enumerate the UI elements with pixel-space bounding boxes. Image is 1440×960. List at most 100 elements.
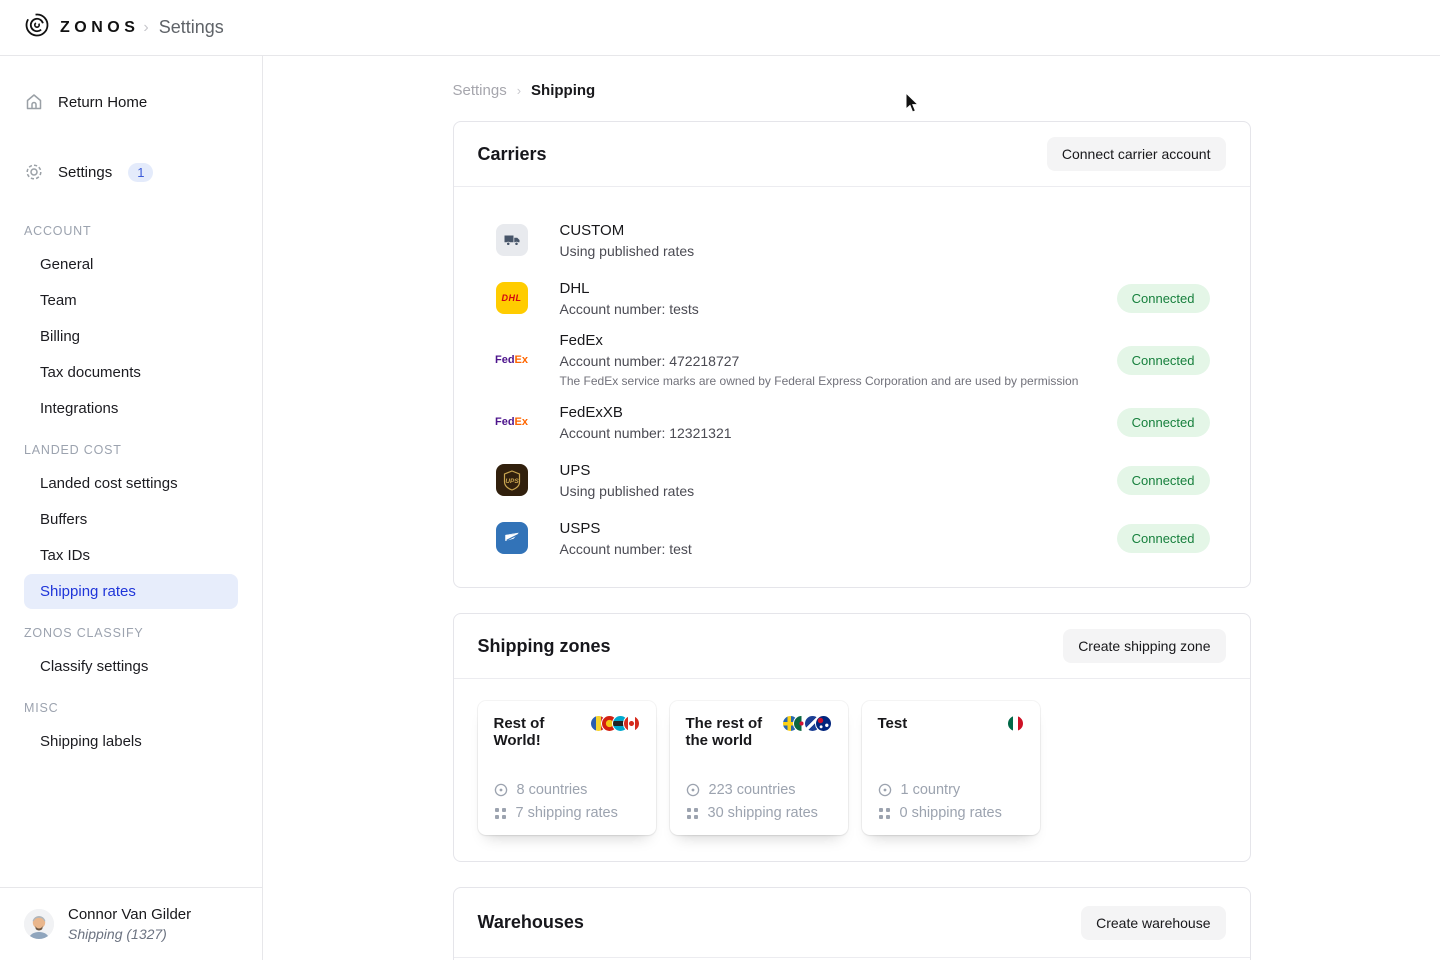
globe-target-icon bbox=[494, 783, 508, 797]
chevron-right-icon: › bbox=[143, 19, 148, 37]
zone-countries: 223 countries bbox=[686, 782, 832, 798]
avatar bbox=[24, 909, 54, 939]
zone-rates: 30 shipping rates bbox=[686, 805, 832, 821]
fedex-logo: FedEx bbox=[496, 406, 528, 438]
sidebar-item-classify-settings[interactable]: Classify settings bbox=[24, 649, 238, 684]
sidebar-item-return-home[interactable]: Return Home bbox=[0, 80, 262, 124]
breadcrumb: Settings › Shipping bbox=[453, 82, 1251, 99]
connect-carrier-account-button[interactable]: Connect carrier account bbox=[1047, 137, 1226, 171]
breadcrumb-settings[interactable]: Settings bbox=[453, 82, 507, 99]
ups-logo: UPS bbox=[496, 464, 528, 496]
carrier-row-fedexxb[interactable]: FedEx FedExXB Account number: 12321321 C… bbox=[496, 393, 1210, 451]
sidebar-item-billing[interactable]: Billing bbox=[24, 319, 238, 354]
warehouses-title: Warehouses bbox=[478, 912, 584, 933]
connected-badge: Connected bbox=[1117, 284, 1210, 313]
connected-badge: Connected bbox=[1117, 466, 1210, 495]
create-shipping-zone-button[interactable]: Create shipping zone bbox=[1063, 629, 1225, 663]
connected-badge: Connected bbox=[1117, 408, 1210, 437]
sidebar-item-settings[interactable]: Settings 1 bbox=[0, 150, 262, 194]
warehouses-card: Warehouses Create warehouse bbox=[453, 887, 1251, 960]
carrier-name: USPS bbox=[560, 520, 1117, 537]
user-name: Connor Van Gilder bbox=[68, 906, 191, 923]
carrier-list: CUSTOM Using published rates DHL DHL Acc… bbox=[454, 187, 1250, 587]
zone-countries: 8 countries bbox=[494, 782, 640, 798]
zone-card-rest-of-world[interactable]: Rest of World! 8 countries bbox=[478, 701, 656, 835]
zone-flags bbox=[1007, 715, 1024, 732]
settings-count-badge: 1 bbox=[128, 163, 153, 182]
zone-flags bbox=[590, 715, 640, 750]
carriers-card: Carriers Connect carrier account bbox=[453, 121, 1251, 588]
globe-target-icon bbox=[686, 783, 700, 797]
carrier-row-custom[interactable]: CUSTOM Using published rates bbox=[496, 211, 1210, 269]
user-role: Shipping (1327) bbox=[68, 926, 191, 942]
carrier-subtitle: Using published rates bbox=[560, 243, 1210, 259]
sidebar-nav: Return Home Settings 1 ACCOUNT General T… bbox=[0, 56, 262, 887]
carrier-subtitle: Account number: test bbox=[560, 541, 1117, 557]
usps-logo bbox=[496, 522, 528, 554]
connected-badge: Connected bbox=[1117, 524, 1210, 553]
sidebar-item-general[interactable]: General bbox=[24, 247, 238, 282]
shipping-zones-title: Shipping zones bbox=[478, 636, 611, 657]
zonos-brand[interactable]: ZONOS bbox=[24, 12, 139, 43]
carriers-title: Carriers bbox=[478, 144, 547, 165]
carrier-subtitle: Account number: 472218727 bbox=[560, 353, 1117, 369]
return-home-label: Return Home bbox=[58, 94, 147, 111]
carrier-subtitle: Using published rates bbox=[560, 483, 1117, 499]
sidebar-item-integrations[interactable]: Integrations bbox=[24, 391, 238, 426]
sidebar-item-shipping-labels[interactable]: Shipping labels bbox=[24, 724, 238, 759]
carrier-name: FedEx bbox=[560, 332, 1117, 349]
zone-rates: 7 shipping rates bbox=[494, 805, 640, 821]
grid-icon bbox=[878, 807, 891, 820]
section-label-account: ACCOUNT bbox=[0, 208, 262, 246]
sidebar-item-buffers[interactable]: Buffers bbox=[24, 502, 238, 537]
truck-icon bbox=[496, 224, 528, 256]
carrier-name: FedExXB bbox=[560, 404, 1117, 421]
globe-target-icon bbox=[878, 783, 892, 797]
brand-wordmark: ZONOS bbox=[60, 19, 139, 37]
zone-name: Rest of World! bbox=[494, 715, 586, 750]
flag-icon bbox=[815, 715, 832, 732]
flag-icon bbox=[623, 715, 640, 732]
svg-text:UPS: UPS bbox=[505, 478, 519, 485]
section-label-zonos-classify: ZONOS CLASSIFY bbox=[0, 610, 262, 648]
carrier-subtitle: Account number: tests bbox=[560, 301, 1117, 317]
grid-icon bbox=[686, 807, 699, 820]
settings-label: Settings bbox=[58, 164, 112, 181]
section-label-misc: MISC bbox=[0, 685, 262, 723]
sidebar: Return Home Settings 1 ACCOUNT General T… bbox=[0, 56, 263, 960]
fedex-logo: FedEx bbox=[496, 344, 528, 376]
chevron-right-icon: › bbox=[517, 83, 521, 98]
zone-card-test[interactable]: Test 1 country 0 bbox=[862, 701, 1040, 835]
carrier-row-usps[interactable]: USPS Account number: test Connected bbox=[496, 509, 1210, 567]
sidebar-item-tax-ids[interactable]: Tax IDs bbox=[24, 538, 238, 573]
gear-icon bbox=[24, 162, 44, 182]
carrier-name: UPS bbox=[560, 462, 1117, 479]
zones-list: Rest of World! 8 countries bbox=[454, 679, 1250, 861]
sidebar-item-tax-documents[interactable]: Tax documents bbox=[24, 355, 238, 390]
carrier-row-ups[interactable]: UPS UPS Using published rates Connected bbox=[496, 451, 1210, 509]
zone-flags bbox=[782, 715, 832, 750]
zonos-logo-icon bbox=[24, 12, 50, 43]
zone-card-the-rest-of-the-world[interactable]: The rest of the world 223 co bbox=[670, 701, 848, 835]
breadcrumb-shipping: Shipping bbox=[531, 82, 595, 99]
create-warehouse-button[interactable]: Create warehouse bbox=[1081, 906, 1225, 940]
carrier-name: DHL bbox=[560, 280, 1117, 297]
sidebar-item-landed-cost-settings[interactable]: Landed cost settings bbox=[24, 466, 238, 501]
section-label-landed-cost: LANDED COST bbox=[0, 427, 262, 465]
carrier-row-dhl[interactable]: DHL DHL Account number: tests Connected bbox=[496, 269, 1210, 327]
carrier-name: CUSTOM bbox=[560, 222, 1210, 239]
topbar: ZONOS › Settings bbox=[0, 0, 1440, 56]
dhl-logo: DHL bbox=[496, 282, 528, 314]
carrier-disclaimer: The FedEx service marks are owned by Fed… bbox=[560, 374, 1117, 388]
main-content: Settings › Shipping Carriers Connect car… bbox=[263, 56, 1440, 960]
sidebar-item-shipping-rates[interactable]: Shipping rates bbox=[24, 574, 238, 609]
connected-badge: Connected bbox=[1117, 346, 1210, 375]
zone-name: The rest of the world bbox=[686, 715, 778, 750]
grid-icon bbox=[494, 807, 507, 820]
user-profile[interactable]: Connor Van Gilder Shipping (1327) bbox=[0, 887, 262, 960]
home-icon bbox=[24, 92, 44, 112]
sidebar-item-team[interactable]: Team bbox=[24, 283, 238, 318]
flag-icon bbox=[1007, 715, 1024, 732]
carrier-subtitle: Account number: 12321321 bbox=[560, 425, 1117, 441]
carrier-row-fedex[interactable]: FedEx FedEx Account number: 472218727 Th… bbox=[496, 327, 1210, 393]
